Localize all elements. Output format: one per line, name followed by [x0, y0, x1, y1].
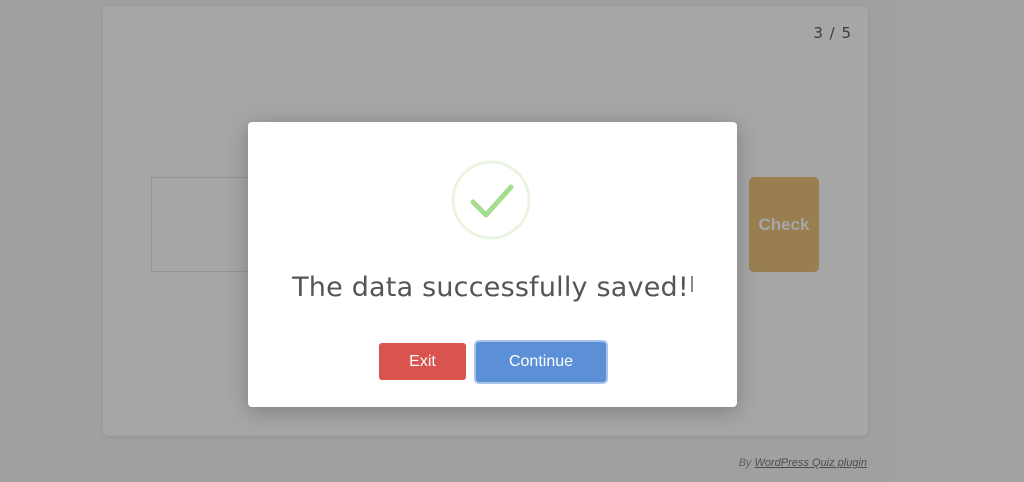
dialog-message: The data successfully saved! [248, 272, 737, 303]
continue-button[interactable]: Continue [476, 342, 606, 382]
exit-button[interactable]: Exit [379, 343, 466, 380]
success-dialog: The data successfully saved! Exit Contin… [248, 122, 737, 407]
check-circle-icon [451, 160, 531, 240]
dialog-message-text: The data successfully saved [292, 272, 678, 303]
text-cursor-icon [690, 276, 693, 292]
dialog-message-end: ! [677, 272, 689, 303]
